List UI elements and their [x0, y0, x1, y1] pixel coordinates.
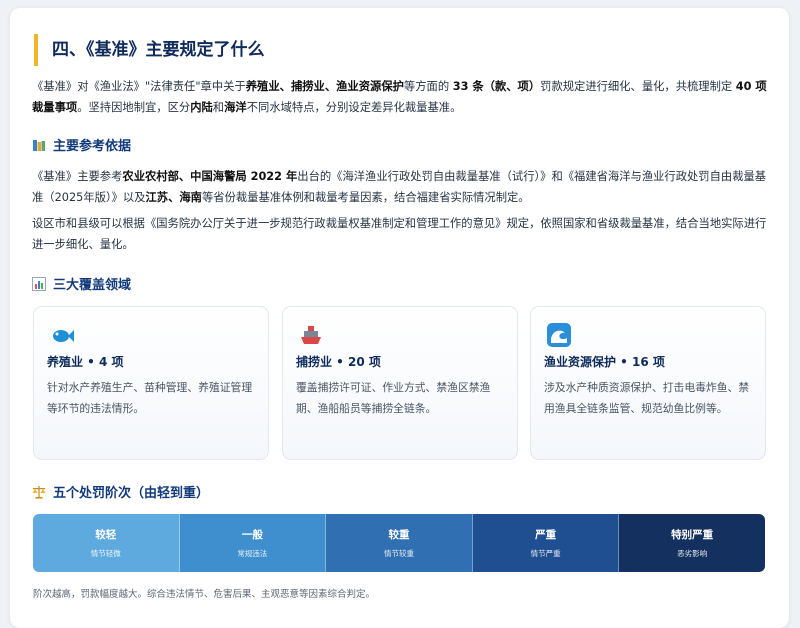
card-title: 捕捞业 • 20 项 — [296, 355, 381, 369]
books-icon — [33, 139, 45, 151]
basis-bold: 江苏、海南 — [145, 191, 202, 204]
level-label: 一般 — [241, 529, 263, 541]
intro-bold: 养殖业、捕捞业、渔业资源保护 — [245, 80, 404, 93]
level-segment: 较轻 情节轻微 — [33, 514, 180, 572]
bar-chart-icon — [32, 276, 46, 291]
section-title: 三大覆盖领域 — [53, 278, 132, 293]
intro-paragraph: 《基准》对《渔业法》"法律责任"章中关于养殖业、捕捞业、渔业资源保护等方面的 3… — [32, 76, 772, 118]
basis-paragraph-1: 《基准》主要参考农业农村部、中国海警局 2022 年出台的《海洋渔业行政处罚自由… — [32, 166, 772, 208]
section-basis-heading: 主要参考依据 — [32, 135, 131, 154]
basis-paragraph-2: 设区市和县级可以根据《国务院办公厅关于进一步规范行政裁量权基准制定和管理工作的意… — [32, 217, 767, 251]
card-title: 养殖业 • 4 项 — [47, 355, 124, 369]
level-segment: 特别严重 恶劣影响 — [619, 514, 765, 572]
coverage-card-resource-protection: 渔业资源保护 • 16 项 涉及水产种质资源保护、打击电毒炸鱼、禁用渔具全链条监… — [530, 306, 766, 460]
level-sublabel: 情节严重 — [530, 549, 561, 558]
card-description: 针对水产养殖生产、苗种管理、养殖证管理等环节的违法情形。 — [47, 381, 253, 415]
intro-bold: 内陆 — [190, 101, 213, 114]
intro-text: 。坚持因地制宜，区分 — [77, 101, 191, 114]
coverage-card-fishing: 捕捞业 • 20 项 覆盖捕捞许可证、作业方式、禁渔区禁渔期、渔船船员等捕捞全链… — [282, 306, 518, 460]
level-segment: 一般 常规违法 — [179, 514, 327, 572]
level-label: 特别严重 — [671, 529, 714, 541]
level-label: 较重 — [388, 529, 410, 541]
basis-text: 等省份裁量基准体例和裁量考量因素，结合福建省实际情况制定。 — [201, 191, 530, 204]
intro-bold: 海洋 — [224, 101, 247, 114]
wave-icon — [547, 323, 571, 347]
basis-bold: 农业农村部、中国海警局 2022 年 — [122, 170, 298, 183]
fish-icon — [53, 330, 74, 342]
intro-text: 罚款规定进行细化、量化，共梳理制定 — [540, 80, 736, 93]
basis-text: 《基准》主要参考 — [32, 170, 123, 183]
section-levels-heading: 五个处罚阶次（由轻到重） — [32, 482, 209, 501]
coverage-card-aquaculture: 养殖业 • 4 项 针对水产养殖生产、苗种管理、养殖证管理等环节的违法情形。 — [33, 306, 269, 460]
page-title: 四、《基准》主要规定了什么 — [34, 34, 265, 66]
section-title: 主要参考依据 — [53, 139, 132, 154]
level-label: 严重 — [535, 529, 557, 541]
intro-text: 不同水域特点，分别设定差异化裁量基准。 — [246, 101, 462, 114]
intro-text: 和 — [212, 101, 225, 114]
level-segment: 较重 情节较重 — [326, 514, 473, 572]
level-sublabel: 恶劣影响 — [677, 549, 708, 558]
card-title: 渔业资源保护 • 16 项 — [544, 355, 665, 369]
card-description: 覆盖捕捞许可证、作业方式、禁渔区禁渔期、渔船船员等捕捞全链条。 — [296, 381, 491, 415]
content-card: 四、《基准》主要规定了什么 《基准》对《渔业法》"法律责任"章中关于养殖业、捕捞… — [10, 8, 789, 628]
intro-bold: 33 条（款、项） — [452, 80, 541, 93]
level-label: 较轻 — [95, 529, 117, 541]
footer-note: 阶次越高，罚款幅度越大。综合违法情节、危害后果、主观恶意等因素综合判定。 — [33, 589, 376, 600]
level-sublabel: 情节轻微 — [90, 549, 121, 558]
intro-text: 等方面的 — [403, 80, 453, 93]
level-sublabel: 常规违法 — [237, 549, 268, 558]
level-segment: 严重 情节严重 — [472, 514, 620, 572]
penalty-level-bar: 较轻情节轻微 一般常规违法 较重情节较重 严重情节严重 特别严重恶劣影响 — [33, 514, 765, 572]
section-title: 五个处罚阶次（由轻到重） — [53, 486, 210, 501]
section-coverage-heading: 三大覆盖领域 — [32, 274, 131, 293]
level-sublabel: 情节较重 — [383, 549, 414, 558]
scales-icon — [32, 485, 46, 498]
card-description: 涉及水产种质资源保护、打击电毒炸鱼、禁用渔具全链条监管、规范幼鱼比例等。 — [544, 381, 750, 415]
ship-icon — [301, 326, 321, 344]
intro-text: 《基准》对《渔业法》"法律责任"章中关于 — [32, 80, 246, 93]
